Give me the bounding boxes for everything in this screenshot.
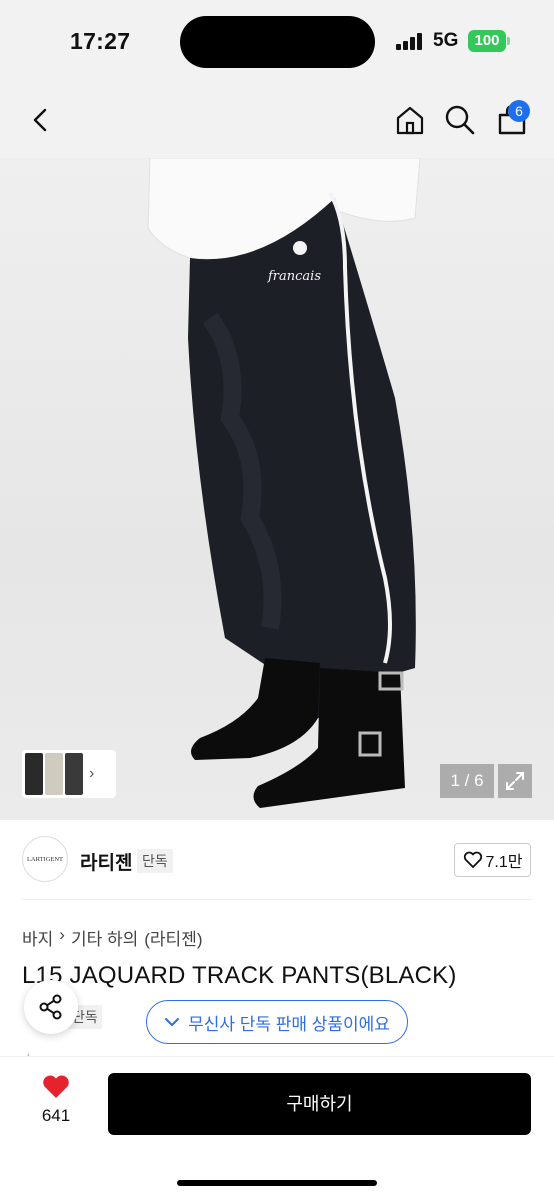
share-icon xyxy=(39,994,62,1020)
brand-exclusive-tag: 단독 xyxy=(137,849,173,873)
breadcrumb: 바지 › 기타 하의 (라티젠) xyxy=(22,925,203,950)
cart-count-badge: 6 xyxy=(508,100,530,122)
chevron-down-icon xyxy=(165,1018,180,1026)
product-like-button[interactable]: 641 xyxy=(28,1074,84,1126)
chevron-right-icon: › xyxy=(89,765,95,782)
battery-icon: 100 xyxy=(468,30,506,52)
back-button[interactable] xyxy=(20,100,60,140)
heart-outline-icon xyxy=(463,851,482,868)
dynamic-island xyxy=(180,16,375,68)
search-button[interactable] xyxy=(440,100,480,140)
product-image[interactable]: francais xyxy=(0,158,554,820)
home-indicator xyxy=(177,1180,377,1186)
breadcrumb-other-bottoms[interactable]: 기타 하의 xyxy=(71,925,138,950)
chevron-right-icon: › xyxy=(59,925,65,944)
product-photo: francais xyxy=(147,158,421,808)
divider xyxy=(22,899,532,900)
signal-icon xyxy=(396,32,422,50)
share-button[interactable] xyxy=(24,980,78,1034)
exclusive-banner-text: 무신사 단독 판매 상품이에요 xyxy=(188,1014,390,1034)
network-type: 5G xyxy=(433,30,459,51)
home-button[interactable] xyxy=(390,100,430,140)
app-header xyxy=(0,84,554,158)
brand-name[interactable]: 라티젠 xyxy=(80,848,132,875)
status-bar: 17:27 5G 100 xyxy=(0,0,554,84)
expand-icon xyxy=(506,772,524,790)
thumbnail-strip[interactable]: › xyxy=(22,750,116,798)
image-page-counter: 1 / 6 xyxy=(440,764,494,798)
heart-icon xyxy=(43,1075,69,1098)
brand-logo[interactable]: LARTIGENT xyxy=(22,836,68,882)
breadcrumb-brand[interactable]: (라티젠) xyxy=(144,925,202,950)
product-like-count: 641 xyxy=(41,1106,71,1125)
brand-like-button[interactable]: 7.1만 xyxy=(454,843,531,877)
expand-image-button[interactable] xyxy=(498,764,532,798)
home-icon xyxy=(396,106,424,135)
battery-tip xyxy=(507,37,510,45)
product-title: L15 JAQUARD TRACK PANTS(BLACK) xyxy=(22,962,457,989)
thumbnail-dark[interactable] xyxy=(65,753,83,795)
buy-button[interactable]: 구매하기 xyxy=(108,1073,531,1135)
status-time: 17:27 xyxy=(70,28,131,54)
breadcrumb-pants[interactable]: 바지 xyxy=(22,925,53,950)
thumbnail-beige[interactable] xyxy=(45,753,63,795)
embroidered-logo: francais xyxy=(267,269,321,284)
brand-like-count: 7.1만 xyxy=(485,854,523,871)
thumbnail-black[interactable] xyxy=(25,753,43,795)
back-icon xyxy=(33,108,47,132)
search-icon xyxy=(445,105,475,135)
exclusive-banner[interactable]: 무신사 단독 판매 상품이에요 xyxy=(146,1000,408,1044)
